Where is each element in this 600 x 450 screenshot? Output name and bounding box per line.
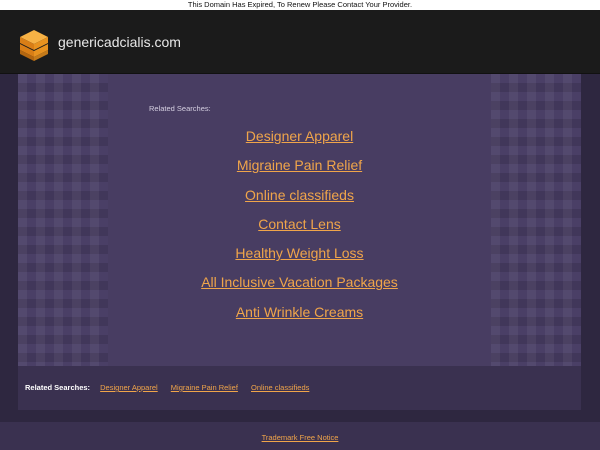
page: This Domain Has Expired, To Renew Please…: [0, 0, 600, 450]
related-link-healthy-weight-loss[interactable]: Healthy Weight Loss: [18, 239, 581, 268]
header: genericadcialis.com: [0, 10, 600, 74]
related-link-designer-apparel[interactable]: Designer Apparel: [18, 122, 581, 151]
footer-related-searches: Related Searches: Designer Apparel Migra…: [18, 366, 581, 410]
footer-link-online-classifieds[interactable]: Online classifieds: [251, 383, 309, 392]
footer-link-designer-apparel[interactable]: Designer Apparel: [100, 383, 158, 392]
footer-related-label: Related Searches:: [25, 383, 91, 392]
notice-text: This Domain Has Expired, To Renew Please…: [187, 0, 413, 9]
related-link-online-classifieds[interactable]: Online classifieds: [18, 181, 581, 210]
main-content: Related Searches: Designer Apparel Migra…: [18, 74, 581, 410]
stacked-layers-icon: [20, 30, 48, 61]
related-links-list: Designer Apparel Migraine Pain Relief On…: [18, 122, 581, 327]
trademark-bar: Trademark Free Notice: [0, 422, 600, 450]
trademark-free-notice-link[interactable]: Trademark Free Notice: [262, 433, 339, 442]
footer-link-migraine-pain-relief[interactable]: Migraine Pain Relief: [171, 383, 238, 392]
related-link-migraine-pain-relief[interactable]: Migraine Pain Relief: [18, 151, 581, 180]
related-link-anti-wrinkle-creams[interactable]: Anti Wrinkle Creams: [18, 298, 581, 327]
related-link-all-inclusive-vacation-packages[interactable]: All Inclusive Vacation Packages: [18, 268, 581, 297]
related-link-contact-lens[interactable]: Contact Lens: [18, 210, 581, 239]
related-searches-heading: Related Searches:: [149, 104, 211, 113]
site-name[interactable]: genericadcialis.com: [58, 33, 181, 51]
domain-expired-notice: This Domain Has Expired, To Renew Please…: [0, 0, 600, 10]
